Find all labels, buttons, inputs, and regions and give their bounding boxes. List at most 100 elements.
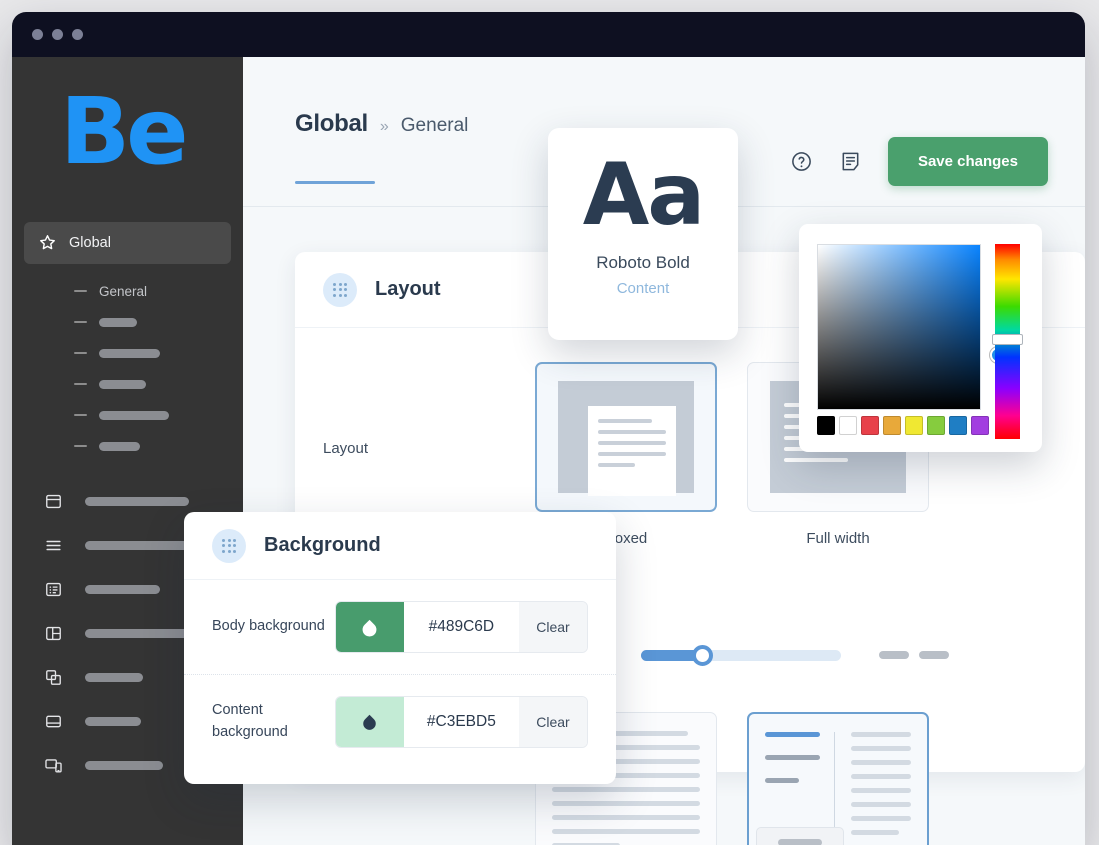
layout-panel-title: Layout: [375, 278, 441, 301]
swatch-purple[interactable]: [971, 416, 989, 435]
dash-icon: [74, 290, 87, 292]
sidebar-subitem-general[interactable]: General: [12, 276, 243, 307]
placeholder-bar: [85, 541, 189, 550]
sidebar-item-global[interactable]: Global: [24, 222, 231, 264]
tab-bar: [295, 162, 399, 184]
layout-option-caption: Full width: [747, 530, 929, 547]
saturation-value-area[interactable]: [817, 244, 981, 410]
body-background-label: Body background: [212, 616, 335, 637]
drag-grip-icon[interactable]: [323, 273, 357, 307]
window-close-dot[interactable]: [32, 29, 43, 40]
color-picker-popover[interactable]: [799, 224, 1042, 452]
placeholder-bar: [85, 585, 160, 594]
dash-icon: [74, 321, 87, 323]
content-background-swatch[interactable]: [336, 697, 404, 747]
body-background-swatch[interactable]: [336, 602, 404, 652]
save-changes-button[interactable]: Save changes: [888, 137, 1048, 186]
question-circle-icon[interactable]: [790, 150, 813, 173]
placeholder-bar: [99, 349, 160, 358]
responsive-icon: [44, 756, 63, 775]
color-swatch-row: [817, 416, 989, 435]
swatch-green[interactable]: [927, 416, 945, 435]
sidebar-item-label: Global: [69, 235, 111, 251]
preview-boxed: [558, 381, 694, 493]
font-usage-label: Content: [548, 280, 738, 297]
slider-knob[interactable]: [692, 645, 713, 666]
app-window: Be Global General: [12, 12, 1085, 845]
footer-icon: [44, 712, 63, 731]
swatch-red[interactable]: [861, 416, 879, 435]
layout-option-boxed-preview[interactable]: [535, 362, 717, 512]
star-icon: [38, 233, 57, 252]
sidebar-sub-list: General: [12, 276, 243, 462]
background-panel-title: Background: [264, 534, 381, 557]
dash-icon: [74, 352, 87, 354]
body-background-control: #489C6D Clear: [335, 601, 588, 653]
placeholder-pill[interactable]: [879, 651, 909, 659]
placeholder-bar: [99, 318, 137, 327]
bottom-option-two-column[interactable]: [747, 712, 929, 845]
content-background-hex[interactable]: #C3EBD5: [404, 697, 519, 747]
dash-icon: [74, 445, 87, 447]
drag-grip-icon[interactable]: [212, 529, 246, 563]
window-maximize-dot[interactable]: [72, 29, 83, 40]
font-sample: Aa: [548, 154, 738, 237]
window-titlebar: [12, 12, 1085, 57]
header-icon: [44, 492, 63, 511]
duplicate-icon: [44, 668, 63, 687]
placeholder-bar: [99, 411, 169, 420]
background-panel-header: Background: [184, 512, 616, 580]
breadcrumb-separator-icon: »: [380, 118, 389, 136]
sidebar-subitem[interactable]: [12, 369, 243, 400]
swatch-yellow[interactable]: [905, 416, 923, 435]
window-minimize-dot[interactable]: [52, 29, 63, 40]
font-name: Roboto Bold: [548, 253, 738, 273]
placeholder-bar: [778, 839, 822, 845]
color-drop-icon: [360, 712, 379, 731]
body-background-clear-button[interactable]: Clear: [519, 602, 587, 652]
width-slider[interactable]: [641, 650, 841, 661]
body-background-hex[interactable]: #489C6D: [404, 602, 519, 652]
hue-slider-knob[interactable]: [992, 334, 1023, 345]
content-background-row: Content background #C3EBD5 Clear: [184, 674, 616, 768]
content-background-clear-button[interactable]: Clear: [519, 697, 587, 747]
placeholder-bar: [99, 380, 146, 389]
layout-row-label: Layout: [323, 440, 368, 457]
placeholder-bar: [85, 761, 163, 770]
preview-right-column: [851, 732, 911, 842]
preview-content-area: [588, 406, 676, 496]
top-actions: Save changes: [790, 137, 1048, 186]
content-background-control: #C3EBD5 Clear: [335, 696, 588, 748]
breadcrumb-current: General: [401, 115, 469, 137]
sidebar-subitem[interactable]: [12, 338, 243, 369]
preview-left-column: [765, 732, 835, 842]
placeholder-bar: [99, 442, 140, 451]
placeholder-bar: [85, 497, 189, 506]
sidebar-subitem[interactable]: [12, 307, 243, 338]
dash-icon: [74, 414, 87, 416]
notes-icon[interactable]: [839, 150, 862, 173]
typography-card[interactable]: Aa Roboto Bold Content: [548, 128, 738, 340]
placeholder-pill[interactable]: [919, 651, 949, 659]
swatch-white[interactable]: [839, 416, 857, 435]
sidebar-list-icon: [44, 580, 63, 599]
swatch-black[interactable]: [817, 416, 835, 435]
breadcrumb: Global » General: [295, 110, 468, 138]
swatch-blue[interactable]: [949, 416, 967, 435]
mini-pill-group: [879, 651, 949, 659]
swatch-orange[interactable]: [883, 416, 901, 435]
content-background-label: Content background: [212, 700, 335, 742]
placeholder-bar: [85, 717, 141, 726]
background-panel: Background Body background #489C6D Clear…: [184, 512, 616, 784]
app-logo: Be: [60, 91, 243, 174]
sidebar-subitem-label: General: [99, 284, 147, 299]
dash-icon: [74, 383, 87, 385]
sidebar-subitem[interactable]: [12, 400, 243, 431]
body-background-row: Body background #489C6D Clear: [184, 580, 616, 674]
small-placeholder-card[interactable]: [756, 827, 844, 845]
breadcrumb-root[interactable]: Global: [295, 110, 368, 138]
columns-icon: [44, 624, 63, 643]
sidebar-subitem[interactable]: [12, 431, 243, 462]
color-drop-icon: [360, 618, 379, 637]
placeholder-bar: [85, 629, 195, 638]
